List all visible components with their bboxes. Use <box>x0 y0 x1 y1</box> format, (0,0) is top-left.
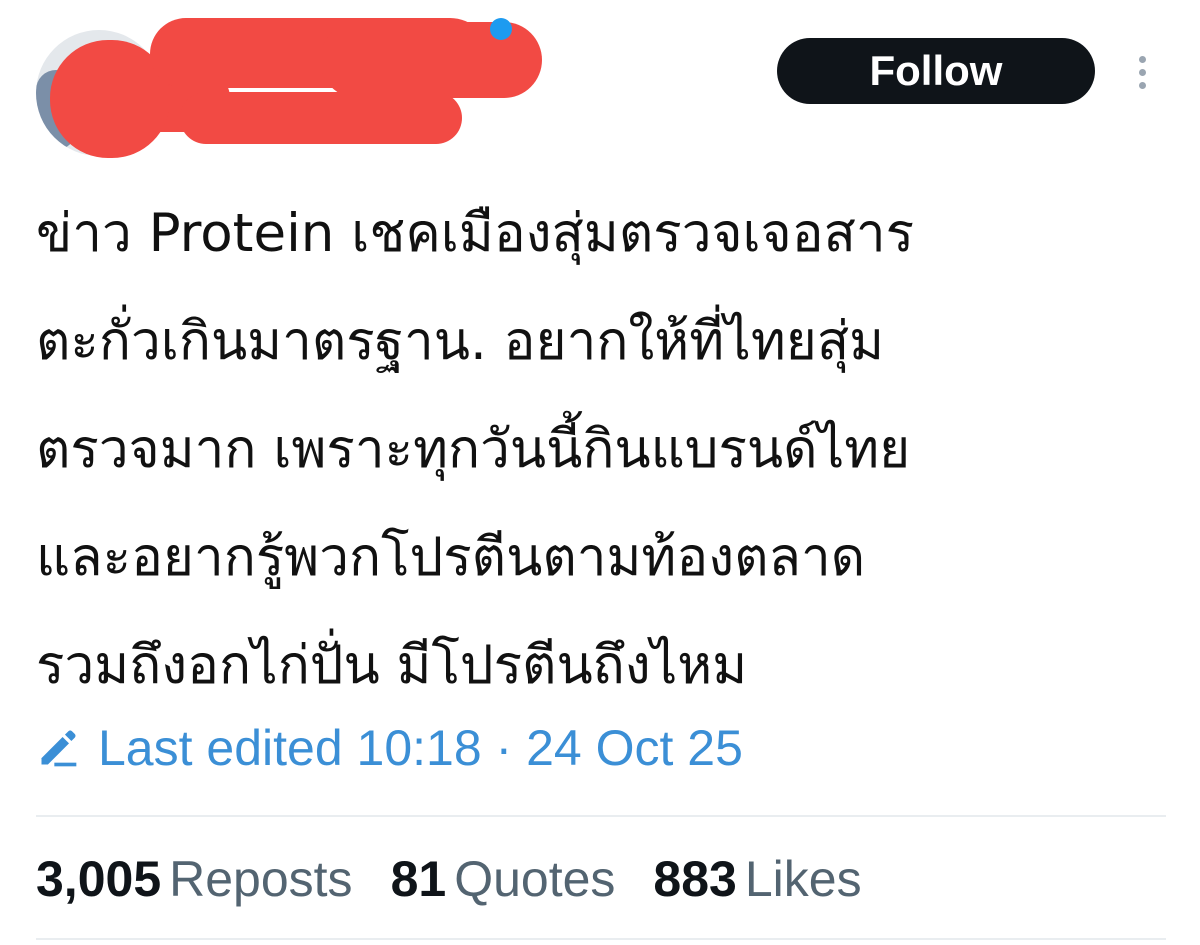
reposts-label: Reposts <box>169 851 353 907</box>
reposts-count: 3,005 <box>36 851 162 907</box>
quotes-stat[interactable]: 81 Quotes <box>391 850 616 908</box>
likes-count: 883 <box>653 851 737 907</box>
edited-timestamp: Last edited 10:18 · 24 Oct 25 <box>98 720 743 776</box>
post-text-line: และอยากรู้พวกโปรตีนตามท้องตลาด <box>36 527 866 588</box>
edit-history-link[interactable]: Last edited 10:18 · 24 Oct 25 <box>36 716 743 780</box>
engagement-stats: 3,005 Reposts 81 Quotes 883 Likes <box>36 850 900 922</box>
likes-label: Likes <box>744 851 862 907</box>
verified-badge-icon <box>490 18 512 40</box>
redaction-mark <box>180 92 462 144</box>
reposts-stat[interactable]: 3,005 Reposts <box>36 850 353 908</box>
post-header: Follow <box>0 0 1200 175</box>
post-text-line: ตะกั่วเกินมาตรฐาน. อยากให้ที่ไทยสุ่ม <box>36 311 885 372</box>
divider <box>36 938 1166 940</box>
more-vertical-icon[interactable] <box>1128 52 1158 92</box>
post-text-line: ตรวจมาก เพราะทุกวันนี้กินแบรนด์ไทย <box>36 419 911 480</box>
post-text: ข่าว Protein เชคเมืองสุ่มตรวจเจอสาร ตะกั… <box>36 180 1166 720</box>
post-text-line: รวมถึงอกไก่ปั่น มีโปรตีนถึงไหม <box>36 635 748 696</box>
likes-stat[interactable]: 883 Likes <box>653 850 861 908</box>
follow-button[interactable]: Follow <box>777 38 1095 104</box>
post-text-line: ข่าว Protein เชคเมืองสุ่มตรวจเจอสาร <box>36 203 915 264</box>
quotes-label: Quotes <box>454 851 616 907</box>
pencil-icon <box>41 730 77 767</box>
divider <box>36 815 1166 817</box>
quotes-count: 81 <box>390 851 447 907</box>
